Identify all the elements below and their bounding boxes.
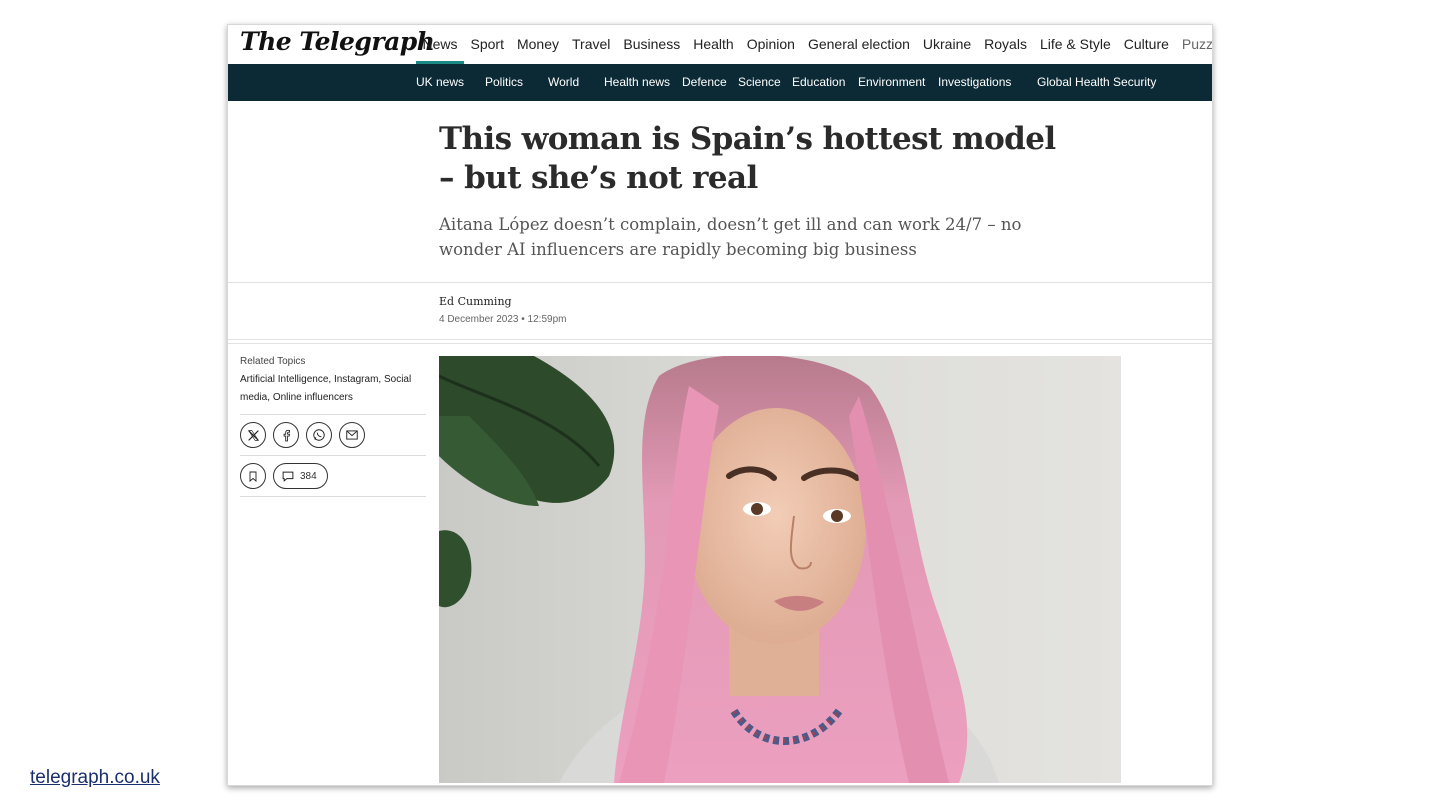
subnav-item-defence[interactable]: Defence bbox=[682, 64, 727, 101]
publish-date: 4 December 2023 • 12:59pm bbox=[439, 314, 567, 325]
article-actions: 384 bbox=[240, 456, 426, 496]
related-topics-list: Artificial Intelligence, Instagram, Soci… bbox=[240, 374, 412, 403]
source-link[interactable]: telegraph.co.uk bbox=[30, 767, 160, 789]
nav-item-culture[interactable]: Culture bbox=[1117, 25, 1175, 64]
subnav-item-uk-news[interactable]: UK news bbox=[416, 64, 464, 101]
divider bbox=[240, 496, 426, 497]
article-hero-image bbox=[439, 356, 1121, 783]
nav-item-travel[interactable]: Travel bbox=[566, 25, 617, 64]
nav-item-sport[interactable]: Sport bbox=[464, 25, 510, 64]
comments-button[interactable]: 384 bbox=[273, 463, 328, 489]
related-topics-heading: Related Topics bbox=[240, 356, 306, 367]
subnav-item-science[interactable]: Science bbox=[738, 64, 781, 101]
subnav-item-politics[interactable]: Politics bbox=[485, 64, 523, 101]
divider bbox=[228, 339, 1212, 340]
share-buttons bbox=[240, 415, 426, 455]
browser-frame: The Telegraph News Sport Money Travel Bu… bbox=[227, 24, 1213, 786]
nav-item-opinion[interactable]: Opinion bbox=[740, 25, 801, 64]
share-x-button[interactable] bbox=[240, 422, 266, 448]
sub-navigation: UK news Politics World Health news Defen… bbox=[228, 64, 1212, 101]
divider bbox=[228, 343, 1212, 344]
subnav-item-environment[interactable]: Environment bbox=[858, 64, 925, 101]
site-logo[interactable]: The Telegraph bbox=[240, 27, 435, 56]
portrait-photo bbox=[439, 356, 1121, 783]
share-whatsapp-button[interactable] bbox=[306, 422, 332, 448]
email-icon bbox=[346, 430, 358, 440]
topic-link[interactable]: Instagram bbox=[334, 374, 378, 385]
comment-count: 384 bbox=[300, 470, 317, 482]
nav-item-news[interactable]: News bbox=[416, 25, 465, 64]
nav-item-royals[interactable]: Royals bbox=[978, 25, 1034, 64]
subnav-item-investigations[interactable]: Investigations bbox=[938, 64, 1011, 101]
share-email-button[interactable] bbox=[339, 422, 365, 448]
divider bbox=[228, 282, 1212, 283]
comment-icon bbox=[282, 471, 294, 482]
topic-link[interactable]: Online influencers bbox=[273, 392, 353, 403]
facebook-icon bbox=[283, 429, 290, 441]
article-standfirst: Aitana López doesn’t complain, doesn’t g… bbox=[439, 215, 1022, 259]
subnav-item-world[interactable]: World bbox=[548, 64, 579, 101]
top-navigation: The Telegraph News Sport Money Travel Bu… bbox=[228, 25, 1212, 64]
nav-item-puzzles[interactable]: Puzzles bbox=[1175, 25, 1212, 64]
x-icon bbox=[247, 429, 259, 441]
author-byline[interactable]: Ed Cumming bbox=[439, 295, 512, 308]
whatsapp-icon bbox=[313, 429, 325, 441]
article-headline: This woman is Spain’s hottest model – bu… bbox=[439, 121, 1056, 196]
nav-item-ukraine[interactable]: Ukraine bbox=[916, 25, 977, 64]
share-facebook-button[interactable] bbox=[273, 422, 299, 448]
bookmark-icon bbox=[249, 471, 257, 482]
main-nav: News Sport Money Travel Business Health … bbox=[416, 25, 1212, 64]
subnav-item-health-news[interactable]: Health news bbox=[604, 64, 670, 101]
subnav-item-education[interactable]: Education bbox=[792, 64, 845, 101]
bookmark-button[interactable] bbox=[240, 463, 266, 489]
article-sidebar: Related Topics Artificial Intelligence, … bbox=[240, 356, 426, 497]
subnav-item-global-health-security[interactable]: Global Health Security bbox=[1037, 64, 1156, 101]
nav-item-health[interactable]: Health bbox=[687, 25, 740, 64]
topic-link[interactable]: Artificial Intelligence bbox=[240, 374, 328, 385]
nav-item-business[interactable]: Business bbox=[617, 25, 687, 64]
nav-item-life-style[interactable]: Life & Style bbox=[1033, 25, 1117, 64]
nav-item-general-election[interactable]: General election bbox=[801, 25, 916, 64]
nav-item-money[interactable]: Money bbox=[510, 25, 565, 64]
